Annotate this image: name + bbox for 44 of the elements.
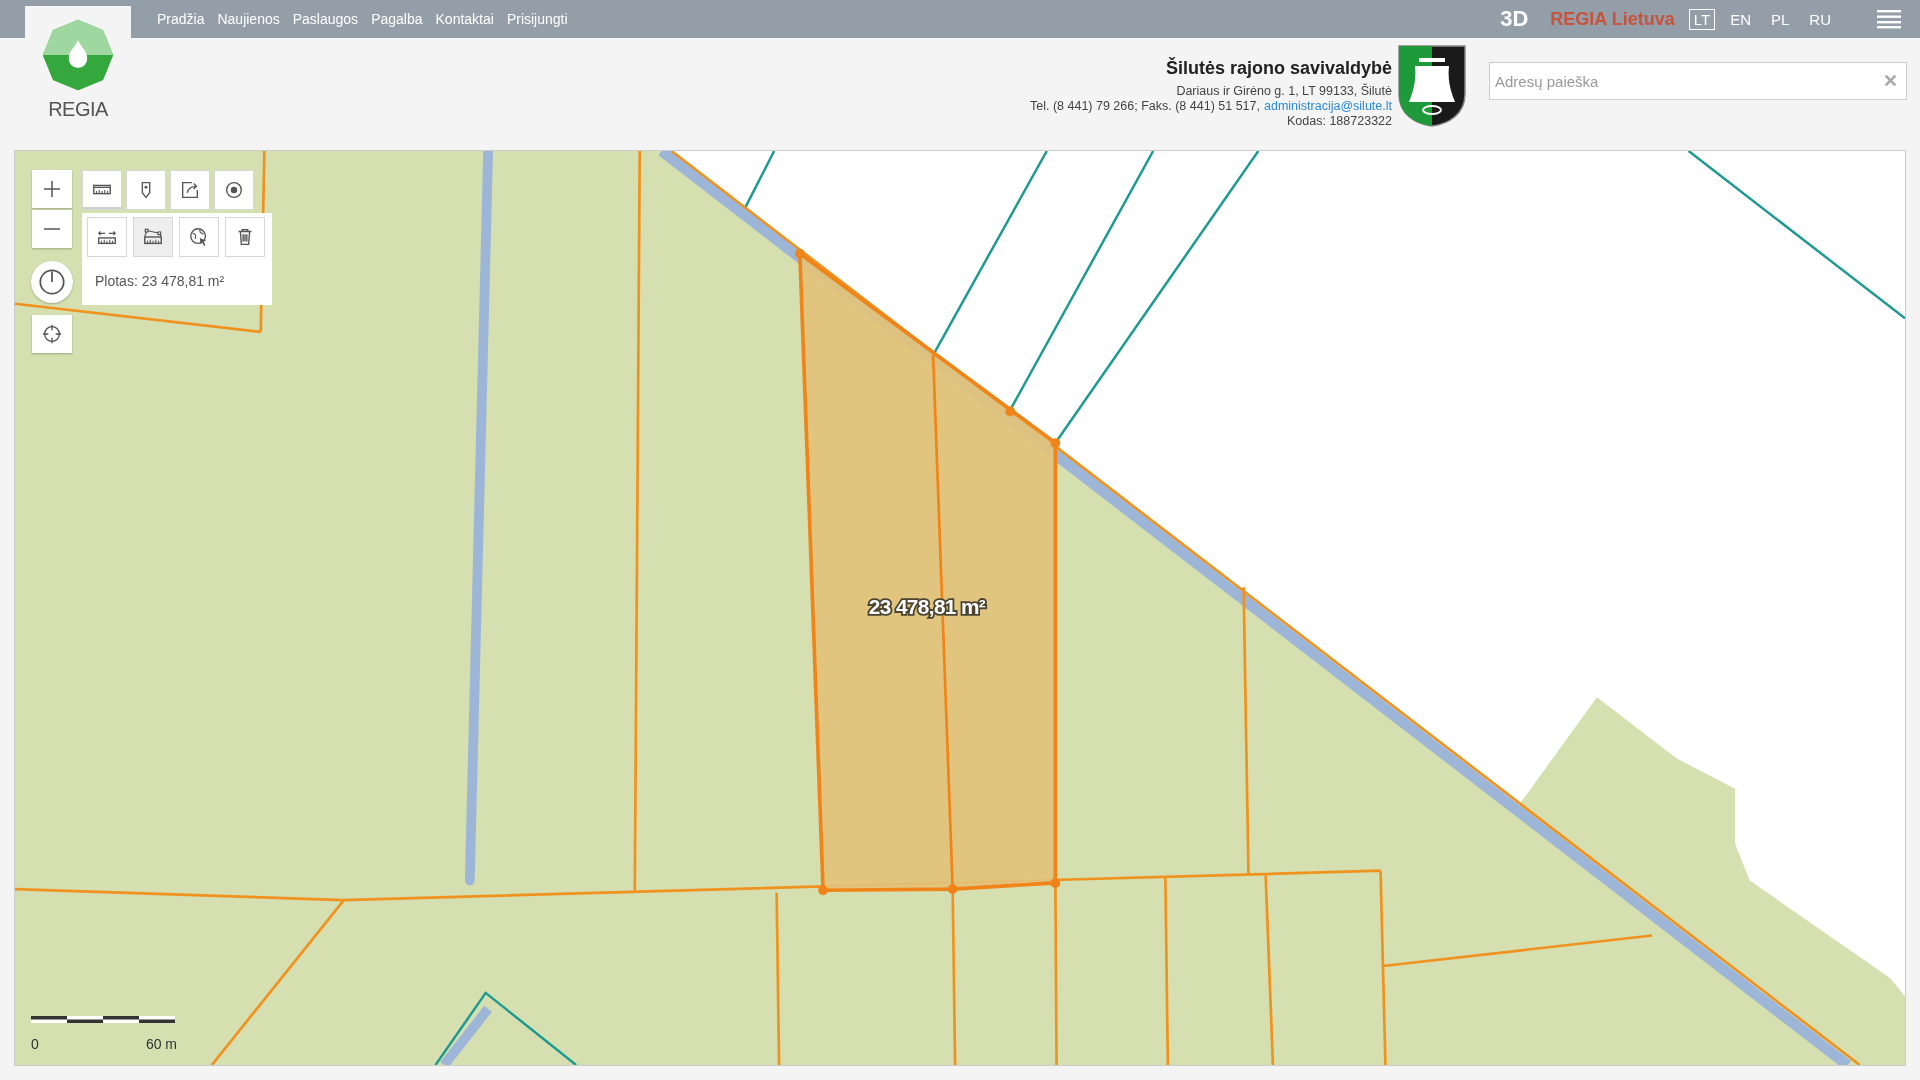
power-icon <box>38 268 66 296</box>
scale-end-label: 60 m <box>145 1036 177 1052</box>
municipality-code: Kodas: 188723322 <box>1287 114 1392 129</box>
nav-link[interactable]: Paslaugos <box>292 11 359 27</box>
area-readout: Plotas: 23 478,81 m² <box>95 273 226 289</box>
language-link[interactable]: PL <box>1765 8 1795 30</box>
language-link[interactable]: EN <box>1725 8 1756 30</box>
address-search-field[interactable]: Adresų paieška <box>1489 62 1907 100</box>
nav-link[interactable]: Pagalba <box>371 11 423 27</box>
nav-link[interactable]: Prisijungti <box>506 11 568 27</box>
logo-text: REGIA <box>48 98 108 121</box>
nav-link[interactable]: Kontaktai <box>435 11 494 27</box>
distance-tool-button[interactable] <box>87 217 127 257</box>
ruler-tool-button[interactable] <box>82 170 122 210</box>
trash-tool-button[interactable] <box>225 217 265 257</box>
zoom-in-button[interactable] <box>32 170 72 208</box>
stream <box>440 1005 492 1065</box>
target-icon <box>223 179 245 201</box>
locate-button[interactable] <box>32 315 72 353</box>
email-link[interactable]: administracija@silute.lt <box>1264 99 1392 114</box>
municipality-address: Dariaus ir Girėno g. 1, LT 99133, Šilutė <box>1176 84 1392 99</box>
nav-link[interactable]: Pradžia <box>157 11 205 27</box>
menu-icon[interactable] <box>1876 9 1902 29</box>
municipality-name: Šilutės rajono savivaldybė <box>1165 58 1392 79</box>
globe-tool-button[interactable] <box>179 217 219 257</box>
minus-icon <box>42 228 62 230</box>
target-tool-button[interactable] <box>214 170 254 210</box>
crosshair-icon <box>41 323 63 345</box>
zoom-out-button[interactable] <box>32 210 72 248</box>
share-tool-button[interactable] <box>170 170 210 210</box>
selected-parcel[interactable] <box>794 248 1061 896</box>
municipality-contacts: Tel. (8 441) 79 266; Faks. (8 441) 51 517, <box>1030 99 1260 114</box>
language-link[interactable]: RU <box>1804 8 1836 30</box>
share-icon <box>179 179 201 201</box>
plus-icon <box>42 179 62 199</box>
pin-tool-button[interactable] <box>126 170 166 210</box>
nav-link[interactable]: Naujienos <box>217 11 280 27</box>
scale-start-label: 0 <box>31 1036 39 1052</box>
3d-toggle[interactable]: 3D <box>1500 6 1529 32</box>
coat-of-arms-icon <box>1397 44 1467 128</box>
brand-title[interactable]: REGIA Lietuva <box>1550 8 1675 30</box>
octagon-logo-icon <box>41 18 115 92</box>
language-link[interactable]: LT <box>1688 8 1716 30</box>
area-tool-button[interactable] <box>133 217 173 257</box>
